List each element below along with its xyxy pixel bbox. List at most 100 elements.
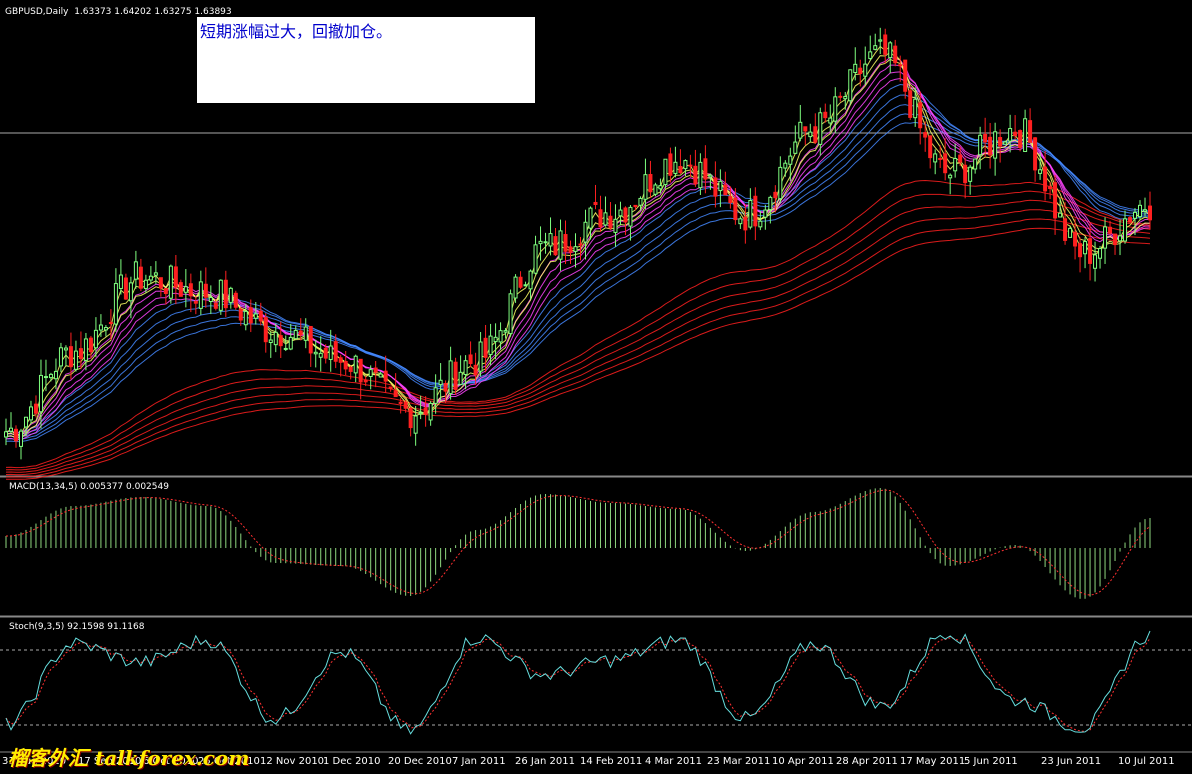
candle-bear [1048,186,1053,190]
candle-bear [723,184,728,196]
candle-bull [843,96,848,100]
ema-long-ribbon-line [5,218,1151,478]
candle-bear [383,370,388,382]
stoch-pane-header: Stoch(9,3,5) 92.1598 91.1168 [9,622,145,632]
candle-bull [318,352,323,358]
candle-bull [863,63,868,77]
candle-bull [888,42,893,59]
candle-bear [213,302,218,309]
candle-bear [648,173,653,193]
candle-bear [813,126,818,143]
candle-bull [603,212,608,226]
candle-bull [4,431,8,438]
candle-bull [1098,248,1103,259]
candle-bull [368,369,373,377]
candle-bull [658,185,663,190]
time-axis-label: 20 Dec 2010 [388,756,452,767]
candle-bull [133,261,138,280]
candle-bear [773,191,778,199]
candle-bull [543,241,548,244]
candle-bear [298,330,303,336]
candle-bear [348,366,353,372]
candle-bull [1008,128,1013,142]
candle-bull [118,274,123,289]
candle-bull [18,430,23,447]
candle-bull [63,347,68,351]
candle-bull [1038,169,1043,174]
candle-bull [878,39,883,42]
candle-bull [23,416,28,428]
candle-bear [443,382,448,392]
candle-bull [113,283,118,325]
candle-bear [883,34,888,55]
candle-bull [613,218,618,233]
candle-bull [273,331,278,346]
candle-bull [378,373,383,378]
time-axis-label: 28 Apr 2011 [836,756,898,767]
candle-bear [838,95,843,98]
candle-bear [1028,120,1033,143]
candle-bear [388,386,393,389]
candle-bull [493,336,498,343]
candle-bear [343,360,348,370]
candle-bear [943,153,948,174]
candle-bear [203,283,208,298]
candle-bear [1148,205,1152,221]
candle-bull [438,379,443,386]
time-axis-label: 5 Jun 2011 [964,756,1018,767]
candle-bear [423,407,428,415]
ema-fast-ribbon-line [5,45,1151,436]
candle-bear [238,308,243,321]
stoch-main-line [5,630,1151,735]
candle-bear [623,207,628,223]
candle-bull [198,281,203,309]
candle-bull [328,345,333,360]
candle-bull [293,329,298,340]
candle-bear [358,358,363,383]
candle-bull [673,161,678,174]
candle-bear [823,111,828,119]
candle-bear [258,310,263,322]
time-axis-label: 23 Mar 2011 [707,756,771,767]
candle-bull [478,341,483,372]
candle-bull [643,174,648,200]
candle-bear [928,135,933,159]
candle-bull [793,141,798,154]
candle-bull [523,284,528,287]
candle-bull [1068,227,1073,238]
candle-bull [763,209,768,218]
candle-bear [1033,137,1038,171]
candle-bull [283,347,288,350]
candle-bear [918,102,923,129]
candle-bull [533,244,538,274]
candle-bull [828,117,833,124]
candle-bear [263,317,268,343]
candle-bear [563,234,568,252]
candle-bear [233,292,238,308]
candle-bull [628,206,633,227]
candle-bear [158,277,163,289]
candle-bear [338,357,343,363]
annotation-box[interactable]: 短期涨幅过大，回撤加仓。 [197,17,535,103]
candle-bear [858,67,863,74]
candle-bull [418,412,423,415]
candle-bull [583,221,588,243]
candle-bull [683,160,688,170]
candle-bear [473,364,478,376]
candle-bear [988,136,993,156]
candle-bull [98,324,103,331]
candle-bull [83,338,88,361]
candle-bull [153,272,158,276]
candle-bull [788,155,793,165]
candle-bear [173,266,178,288]
time-axis-label: 26 Jan 2011 [515,756,575,767]
candle-bull [853,63,858,74]
candle-bull [738,218,743,225]
candle-bull [653,184,658,195]
candle-bull [1093,254,1098,269]
candle-bear [608,215,613,229]
price-chart-canvas [0,27,1192,753]
ema-fast-ribbon-line [5,58,1151,439]
candle-bull [38,374,43,413]
time-axis-label: 12 Nov 2010 [260,756,325,767]
